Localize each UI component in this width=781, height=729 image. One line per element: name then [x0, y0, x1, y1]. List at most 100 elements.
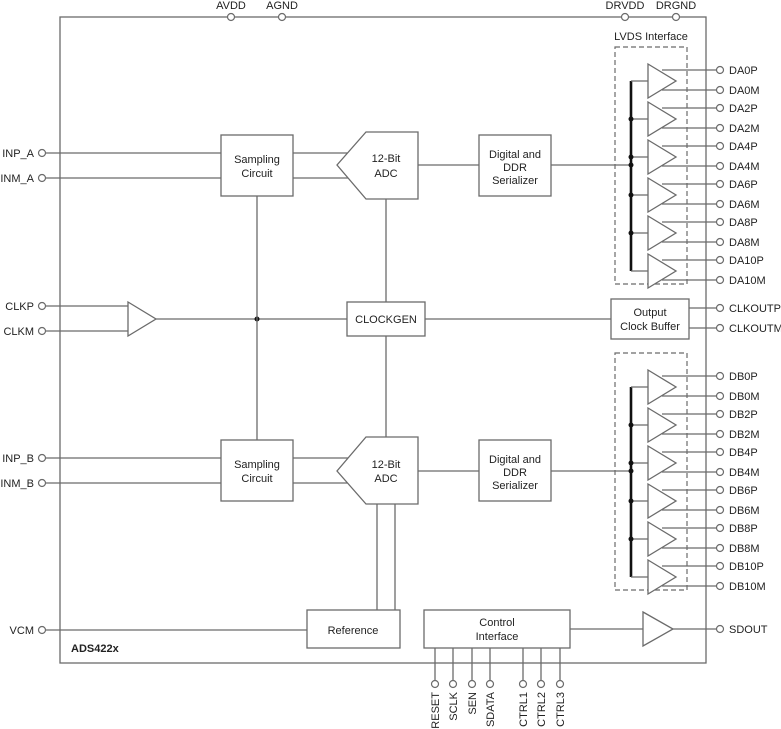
block-label: DDR	[503, 467, 527, 479]
block-label: CLOCKGEN	[355, 314, 417, 326]
control-pin-sdata: SDATA	[485, 648, 497, 727]
pin-label: RESET	[430, 692, 442, 729]
output-pin-db8p: DB8P	[715, 523, 758, 535]
pin-label: DB10P	[729, 561, 764, 573]
output-pin-da10p: DA10P	[715, 255, 764, 267]
pin-label: DRVDD	[606, 0, 645, 12]
output-pin-da2p: DA2P	[715, 103, 758, 115]
block-label: Digital and	[489, 454, 541, 466]
pin-label: DA6M	[729, 199, 760, 211]
lvds-driver: DA0P DA0M	[631, 62, 760, 100]
block-label: Reference	[328, 625, 379, 637]
block-label: ADC	[374, 168, 397, 180]
control-pin-sclk: SCLK	[448, 648, 460, 721]
pin-inp-b: INP_B	[2, 453, 47, 465]
output-clock-buffer: Output Clock Buffer	[610, 298, 690, 340]
pin-label: CTRL3	[555, 692, 567, 727]
control-interface-block: Control Interface	[423, 609, 571, 649]
pin-label: DA2P	[729, 103, 758, 115]
pin-inp-a: INP_A	[2, 148, 47, 160]
adc-b: 12-Bit ADC	[336, 436, 419, 505]
output-pin-da4p: DA4P	[715, 141, 758, 153]
block-label: Clock Buffer	[620, 321, 680, 333]
clockgen: CLOCKGEN	[346, 301, 426, 337]
block-label: Sampling	[234, 459, 280, 471]
junction-dot	[628, 460, 634, 466]
control-pin-ctrl1: CTRL1	[518, 648, 530, 727]
chip-outline	[59, 16, 707, 664]
block-label: Control	[479, 617, 514, 629]
output-pin-db2m: DB2M	[715, 429, 760, 441]
pin-label: CTRL2	[536, 692, 548, 727]
junction-dot	[628, 422, 634, 428]
pin-label: DB6M	[729, 505, 760, 517]
sampling-circuit-b: Sampling Circuit	[220, 439, 294, 502]
output-pin-da2m: DA2M	[715, 123, 760, 135]
pin-label: CLKM	[3, 326, 34, 338]
lvds-driver: DB10P DB10M	[631, 558, 766, 596]
block-label: Digital and	[489, 149, 541, 161]
output-pin-da6m: DA6M	[715, 199, 760, 211]
output-pin-db10m: DB10M	[715, 581, 766, 593]
pin-label: INM_B	[0, 478, 34, 490]
pin-label: AVDD	[216, 0, 246, 12]
pin-label: DB4M	[729, 467, 760, 479]
pin-label: DB2M	[729, 429, 760, 441]
pin-label: CLKP	[5, 301, 34, 313]
pin-label: DA10M	[729, 275, 766, 287]
output-pin-db4p: DB4P	[715, 447, 758, 459]
output-pin-da8p: DA8P	[715, 217, 758, 229]
output-pin-db4m: DB4M	[715, 467, 760, 479]
output-pin-db6p: DB6P	[715, 485, 758, 497]
pin-label: DB2P	[729, 409, 758, 421]
adc-a: 12-Bit ADC	[336, 131, 419, 200]
junction-dot	[628, 498, 634, 504]
sampling-circuit-a: Sampling Circuit	[220, 134, 294, 197]
pin-label: DB8P	[729, 523, 758, 535]
output-pin-da0p: DA0P	[715, 65, 758, 77]
block-label: DDR	[503, 162, 527, 174]
junction-dot	[628, 154, 634, 160]
lvds-drivers-b: DB0P DB0M DB2P DB2M DB4P DB4M DB6P DB6M DB8P DB8M…	[628, 368, 766, 596]
block-label: Circuit	[241, 168, 272, 180]
control-pins: RESET SCLK SEN SDATA CTRL1 CTRL2 CTRL3	[430, 648, 567, 729]
control-pin-sen: SEN	[467, 648, 479, 715]
output-pin-db10p: DB10P	[715, 561, 764, 573]
block-label: Serializer	[492, 175, 538, 187]
lvds-driver: DB2P DB2M	[628, 406, 760, 444]
lvds-interface-label: LVDS Interface	[614, 31, 688, 43]
control-pin-ctrl3: CTRL3	[555, 648, 567, 727]
pin-label: DRGND	[656, 0, 696, 12]
output-pin-da10m: DA10M	[715, 275, 766, 287]
control-pin-ctrl2: CTRL2	[536, 648, 548, 727]
pin-label: INP_B	[2, 453, 34, 465]
lvds-driver: DB0P DB0M	[631, 368, 760, 406]
chip-name: ADS422x	[71, 643, 120, 655]
pin-clkp: CLKP	[5, 301, 47, 313]
pin-inm-b: INM_B	[0, 478, 47, 490]
pin-label: CLKOUTM	[729, 323, 781, 335]
lvds-driver: DA4P DA4M	[628, 138, 760, 176]
pin-vcm: VCM	[10, 625, 47, 637]
ads422x-block-diagram: AVDD AGND DRVDD DRGND INP_A INM_A Sampli…	[0, 0, 781, 729]
junction-dot	[628, 536, 634, 542]
block-label: Sampling	[234, 154, 280, 166]
lvds-drivers-a: DA0P DA0M DA2P DA2M DA4P DA4M DA6P DA6M DA8P DA8M…	[628, 62, 766, 290]
serializer-b: Digital and DDR Serializer	[478, 439, 552, 502]
output-pin-db6m: DB6M	[715, 505, 760, 517]
pin-label: CTRL1	[518, 692, 530, 727]
output-pin-db0p: DB0P	[715, 371, 758, 383]
control-pin-reset: RESET	[430, 648, 442, 729]
lvds-driver: DB4P DB4M	[628, 444, 760, 482]
block-label: Interface	[476, 631, 519, 643]
pin-label: DA6P	[729, 179, 758, 191]
pin-label: DA4P	[729, 141, 758, 153]
pin-label: INP_A	[2, 148, 34, 160]
pin-label: DA8P	[729, 217, 758, 229]
pin-sdout: SDOUT	[715, 624, 768, 636]
pin-label: DA4M	[729, 161, 760, 173]
block-label: 12-Bit	[372, 153, 401, 165]
lvds-driver: DA6P DA6M	[628, 176, 760, 214]
pin-label: DA8M	[729, 237, 760, 249]
lvds-driver: DA10P DA10M	[631, 252, 766, 290]
